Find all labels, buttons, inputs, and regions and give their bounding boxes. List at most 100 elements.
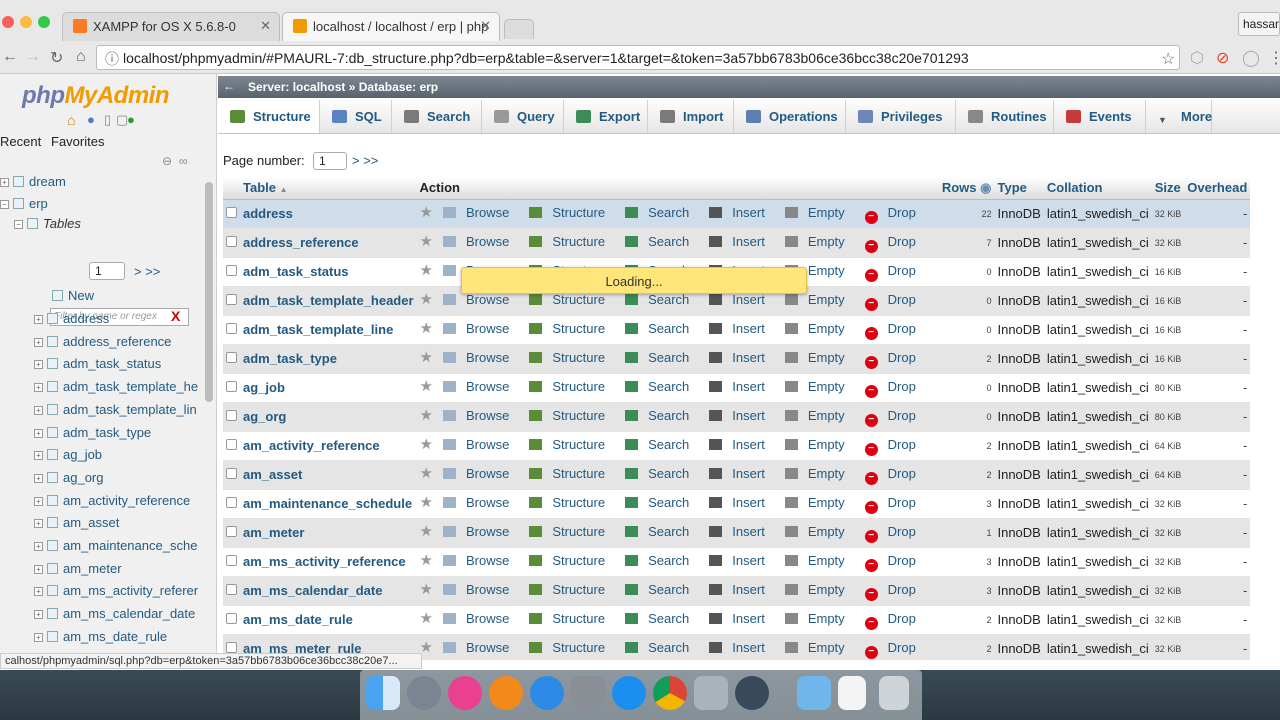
- close-tab-icon[interactable]: ✕: [480, 18, 491, 34]
- insert-link[interactable]: Insert: [709, 437, 775, 452]
- row-checkbox[interactable]: [226, 584, 237, 595]
- drop-link[interactable]: − Drop: [864, 408, 926, 427]
- favorites-tab[interactable]: Favorites: [51, 134, 104, 149]
- insert-link[interactable]: Insert: [709, 466, 775, 481]
- tab-more[interactable]: ▼ More: [1146, 100, 1212, 133]
- structure-link[interactable]: Structure: [529, 553, 615, 568]
- drop-link[interactable]: − Drop: [864, 321, 926, 340]
- search-link[interactable]: Search: [625, 379, 699, 394]
- db-dream[interactable]: + dream: [0, 174, 66, 189]
- table-name-link[interactable]: adm_task_type: [243, 351, 337, 366]
- bookmark-star-icon[interactable]: ☆: [1161, 49, 1175, 69]
- empty-link[interactable]: Empty: [784, 234, 855, 249]
- table-name-link[interactable]: am_meter: [243, 525, 304, 540]
- launchpad-icon[interactable]: [407, 676, 441, 710]
- insert-link[interactable]: Insert: [709, 524, 775, 539]
- drop-link[interactable]: − Drop: [864, 611, 926, 630]
- trash-icon[interactable]: [879, 676, 909, 710]
- table-name-link[interactable]: adm_task_status: [243, 264, 349, 279]
- drop-link[interactable]: − Drop: [864, 205, 926, 224]
- empty-link[interactable]: Empty: [784, 408, 855, 423]
- structure-link[interactable]: Structure: [529, 379, 615, 394]
- row-checkbox[interactable]: [226, 207, 237, 218]
- table-name-link[interactable]: am_asset: [243, 467, 302, 482]
- quicktime-icon[interactable]: [735, 676, 769, 710]
- empty-link[interactable]: Empty: [784, 466, 855, 481]
- extension-red-icon[interactable]: ⊘: [1216, 48, 1229, 68]
- browse-link[interactable]: Browse: [442, 437, 519, 452]
- tab-routines[interactable]: Routines: [956, 100, 1054, 133]
- row-checkbox[interactable]: [226, 410, 237, 421]
- search-link[interactable]: Search: [625, 466, 699, 481]
- chrome-icon[interactable]: [653, 676, 687, 710]
- table-name-link[interactable]: adm_task_template_line: [243, 322, 393, 337]
- recent-tab[interactable]: Recent: [0, 134, 41, 149]
- browse-link[interactable]: Browse: [442, 350, 519, 365]
- system-preferences-icon[interactable]: [571, 676, 605, 710]
- structure-link[interactable]: Structure: [529, 582, 615, 597]
- favorite-star-icon[interactable]: ★: [420, 523, 433, 540]
- db-erp[interactable]: − erp: [0, 196, 48, 211]
- clear-filter-button[interactable]: X: [171, 308, 180, 324]
- tab-import[interactable]: Import: [648, 100, 734, 133]
- table-name-link[interactable]: address: [243, 206, 293, 221]
- row-checkbox[interactable]: [226, 236, 237, 247]
- empty-link[interactable]: Empty: [784, 524, 855, 539]
- tab-query[interactable]: Query: [482, 100, 564, 133]
- row-checkbox[interactable]: [226, 642, 237, 653]
- link-icon[interactable]: ∞: [179, 154, 188, 168]
- app-store-icon[interactable]: [530, 676, 564, 710]
- favorite-star-icon[interactable]: ★: [420, 610, 433, 627]
- drop-link[interactable]: − Drop: [864, 553, 926, 572]
- insert-link[interactable]: Insert: [709, 234, 775, 249]
- minimize-window-button[interactable]: [20, 16, 32, 28]
- favorite-star-icon[interactable]: ★: [420, 349, 433, 366]
- row-checkbox[interactable]: [226, 381, 237, 392]
- reload-icon[interactable]: ↻: [50, 48, 63, 68]
- table-name-link[interactable]: ag_org: [243, 409, 286, 424]
- tab-structure[interactable]: Structure: [218, 100, 320, 133]
- sidebar-table-item[interactable]: + am_ms_date_rule: [34, 629, 167, 644]
- empty-link[interactable]: Empty: [784, 582, 855, 597]
- structure-link[interactable]: Structure: [529, 350, 615, 365]
- info-icon[interactable]: ●: [87, 112, 95, 127]
- structure-link[interactable]: Structure: [529, 495, 615, 510]
- maximize-window-button[interactable]: [38, 16, 50, 28]
- browse-link[interactable]: Browse: [442, 640, 519, 655]
- drop-link[interactable]: − Drop: [864, 292, 926, 311]
- browse-link[interactable]: Browse: [442, 321, 519, 336]
- browse-link[interactable]: Browse: [442, 582, 519, 597]
- favorite-star-icon[interactable]: ★: [420, 291, 433, 308]
- collapse-arrow-icon[interactable]: ←: [223, 79, 235, 93]
- insert-link[interactable]: Insert: [709, 640, 775, 655]
- structure-link[interactable]: Structure: [529, 466, 615, 481]
- insert-link[interactable]: Insert: [709, 350, 775, 365]
- table-name-link[interactable]: am_ms_activity_reference: [243, 554, 406, 569]
- sidebar-next-page[interactable]: > >>: [134, 264, 160, 279]
- finder-icon[interactable]: [366, 676, 400, 710]
- row-checkbox[interactable]: [226, 439, 237, 450]
- tab-export[interactable]: Export: [564, 100, 648, 133]
- drop-link[interactable]: − Drop: [864, 379, 926, 398]
- insert-link[interactable]: Insert: [709, 321, 775, 336]
- document-icon[interactable]: [838, 676, 866, 710]
- search-link[interactable]: Search: [625, 205, 699, 220]
- browse-link[interactable]: Browse: [442, 205, 519, 220]
- sidebar-table-item[interactable]: + adm_task_template_he: [34, 379, 198, 394]
- sidebar-table-item[interactable]: + am_ms_activity_referer: [34, 583, 198, 598]
- structure-link[interactable]: Structure: [529, 321, 615, 336]
- structure-link[interactable]: Structure: [529, 611, 615, 626]
- server-breadcrumb[interactable]: Server: localhost: [248, 80, 345, 94]
- browse-link[interactable]: Browse: [442, 234, 519, 249]
- drop-link[interactable]: − Drop: [864, 263, 926, 282]
- empty-link[interactable]: Empty: [784, 292, 855, 307]
- search-link[interactable]: Search: [625, 234, 699, 249]
- row-checkbox[interactable]: [226, 526, 237, 537]
- browse-link[interactable]: Browse: [442, 524, 519, 539]
- favorite-star-icon[interactable]: ★: [420, 204, 433, 221]
- search-link[interactable]: Search: [625, 321, 699, 336]
- drop-link[interactable]: − Drop: [864, 350, 926, 369]
- home-icon[interactable]: ⌂: [76, 48, 86, 66]
- home-icon[interactable]: ⌂: [67, 112, 75, 128]
- sidebar-table-item[interactable]: + am_maintenance_sche: [34, 538, 197, 553]
